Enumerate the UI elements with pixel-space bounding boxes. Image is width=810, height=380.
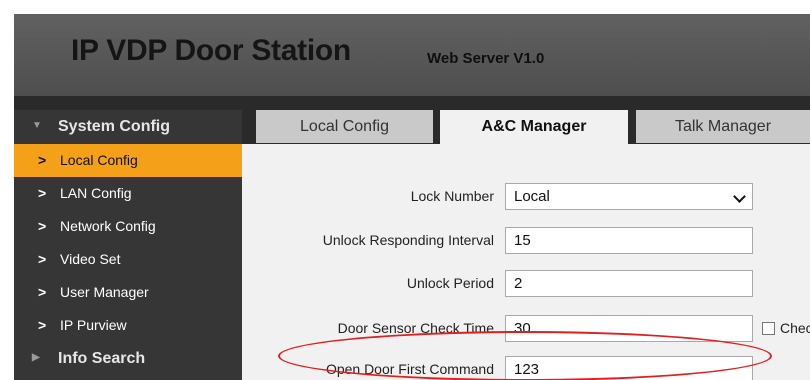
unlock-period-input[interactable]: 2 <box>505 270 753 297</box>
tab-talk-manager[interactable]: Talk Manager <box>636 110 810 143</box>
header: IP VDP Door Station Web Server V1.0 <box>14 14 810 96</box>
sidebar: ▼ System Config > Local Config > LAN Con… <box>14 110 242 380</box>
lock-number-value: Local <box>514 188 550 205</box>
chevron-right-icon: > <box>38 152 47 168</box>
sidebar-item-local-config[interactable]: > Local Config <box>14 144 242 177</box>
open-door-cmd-label: Open Door First Command <box>325 361 494 377</box>
sidebar-item-label: User Manager <box>60 284 149 300</box>
header-separator <box>14 96 810 110</box>
sidebar-item-user-manager[interactable]: > User Manager <box>14 276 242 309</box>
door-sensor-label: Door Sensor Check Time <box>337 320 494 336</box>
sidebar-item-label: Network Config <box>60 218 156 234</box>
door-sensor-checkbox-label: Check <box>780 320 810 336</box>
tab-local-config[interactable]: Local Config <box>256 110 433 143</box>
sidebar-item-ip-purview[interactable]: > IP Purview <box>14 309 242 342</box>
chevron-right-icon: > <box>38 218 47 234</box>
app-frame: IP VDP Door Station Web Server V1.0 ▼ Sy… <box>14 14 810 380</box>
ac-manager-form: Lock Number Local Unlock Responding Inte… <box>242 144 810 380</box>
open-door-cmd-input[interactable]: 123 <box>505 356 753 380</box>
open-door-cmd-row: Open Door First Command 123 <box>242 355 810 380</box>
chevron-right-icon: > <box>38 284 47 300</box>
tab-ac-manager[interactable]: A&C Manager <box>440 110 628 144</box>
chevron-down-icon <box>733 190 746 203</box>
unlock-interval-label: Unlock Responding Interval <box>322 232 494 248</box>
sidebar-item-label: Video Set <box>60 251 121 267</box>
sidebar-item-label: IP Purview <box>60 317 127 333</box>
triangle-down-icon: ▼ <box>32 120 42 131</box>
unlock-interval-input[interactable]: 15 <box>505 227 753 254</box>
tab-bar: Local Config A&C Manager Talk Manager <box>242 110 810 144</box>
sidebar-section-label: System Config <box>58 118 171 135</box>
triangle-right-icon: ▶ <box>32 352 40 363</box>
sidebar-item-label: LAN Config <box>60 185 132 201</box>
unlock-interval-row: Unlock Responding Interval 15 <box>242 226 810 256</box>
lock-number-select[interactable]: Local <box>505 183 753 210</box>
door-sensor-checkbox[interactable] <box>762 322 775 335</box>
unlock-period-row: Unlock Period 2 <box>242 269 810 299</box>
sidebar-section-system-config[interactable]: ▼ System Config <box>14 110 242 144</box>
unlock-period-label: Unlock Period <box>406 275 494 291</box>
sidebar-item-lan-config[interactable]: > LAN Config <box>14 177 242 210</box>
door-sensor-row: Door Sensor Check Time 30 Check <box>242 314 810 344</box>
chevron-right-icon: > <box>38 251 47 267</box>
chevron-right-icon: > <box>38 185 47 201</box>
lock-number-row: Lock Number Local <box>242 182 810 212</box>
app-title: IP VDP Door Station <box>71 34 351 67</box>
app-subtitle: Web Server V1.0 <box>427 50 545 67</box>
sidebar-item-network-config[interactable]: > Network Config <box>14 210 242 243</box>
door-sensor-input[interactable]: 30 <box>505 315 753 342</box>
chevron-right-icon: > <box>38 317 47 333</box>
sidebar-item-video-set[interactable]: > Video Set <box>14 243 242 276</box>
lock-number-label: Lock Number <box>410 188 494 204</box>
sidebar-section-info-search[interactable]: ▶ Info Search <box>14 342 242 376</box>
sidebar-item-label: Local Config <box>60 152 138 168</box>
sidebar-section-label: Info Search <box>58 350 146 367</box>
